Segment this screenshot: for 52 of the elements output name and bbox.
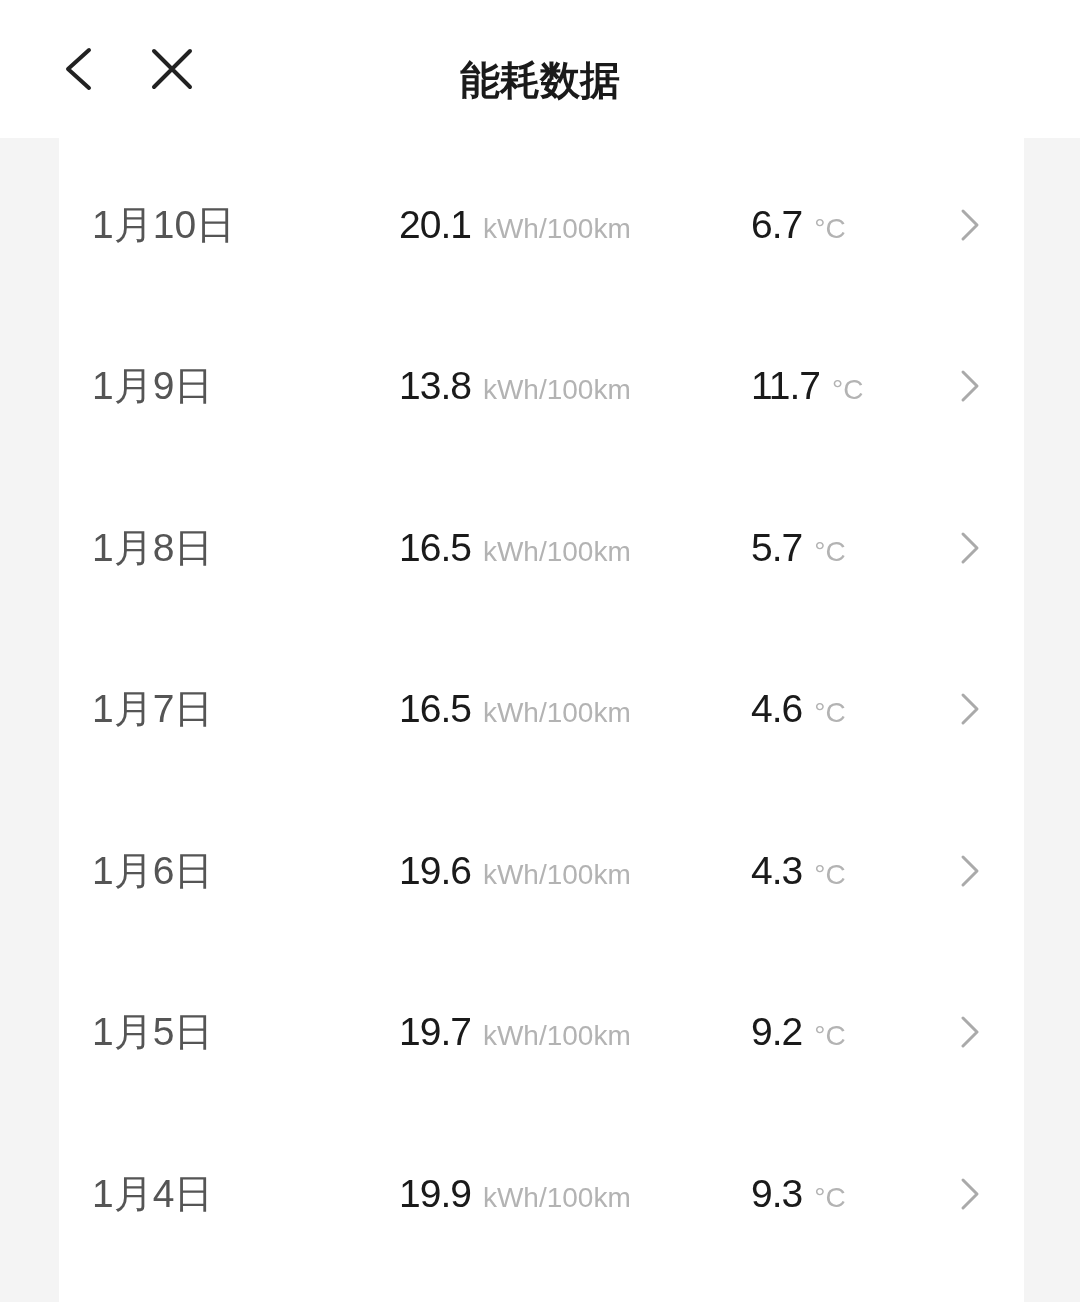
temperature-value: 5.7 [751, 524, 803, 571]
consumption-value: 16.5 [399, 524, 471, 571]
back-icon [63, 47, 93, 91]
temperature-unit: °C [814, 534, 846, 569]
consumption-unit: kWh/100km [482, 534, 631, 569]
consumption-value: 19.9 [399, 1170, 471, 1217]
chevron-right-icon [960, 853, 980, 888]
consumption-unit: kWh/100km [482, 373, 631, 407]
consumption-value: 19.7 [399, 1009, 471, 1055]
energy-row[interactable]: 1月4日 19.9 kWh/100km 9.3 °C [59, 1113, 1024, 1275]
temperature-value: 9.3 [751, 1170, 803, 1217]
temperature-unit: °C [832, 373, 864, 407]
energy-row[interactable]: 1月8日 16.5 kWh/100km 5.7 °C [59, 467, 1024, 629]
date-text: 1月4日 [92, 1170, 215, 1217]
temperature-value: 11.7 [751, 363, 820, 409]
energy-row[interactable]: 1月5日 19.7 kWh/100km 9.2 °C [59, 951, 1024, 1113]
temperature-value: 4.3 [751, 847, 803, 894]
date-text: 1月8日 [92, 524, 215, 571]
temperature-unit: °C [814, 1019, 846, 1053]
consumption-value: 16.5 [399, 686, 471, 732]
chevron-right-icon [960, 369, 980, 404]
consumption-unit: kWh/100km [482, 857, 631, 892]
temperature-value: 4.6 [751, 686, 803, 732]
chevron-right-icon [960, 530, 980, 565]
chevron-right-icon [960, 1015, 980, 1050]
temperature-value: 9.2 [751, 1009, 803, 1055]
date-text: 1月9日 [92, 363, 215, 409]
consumption-unit: kWh/100km [482, 1019, 631, 1053]
temperature-unit: °C [814, 1180, 846, 1215]
date-text: 1月6日 [92, 847, 215, 894]
energy-row[interactable]: 1月6日 19.6 kWh/100km 4.3 °C [59, 790, 1024, 952]
chevron-right-icon [960, 1176, 980, 1211]
close-icon [151, 48, 193, 90]
temperature-unit: °C [814, 696, 846, 730]
page-title: 能耗数据 [460, 57, 620, 104]
chevron-right-icon [960, 692, 980, 727]
temperature-value: 6.7 [751, 201, 803, 248]
consumption-unit: kWh/100km [482, 211, 631, 246]
date-text: 1月7日 [92, 686, 215, 732]
energy-row[interactable]: 1月10日 20.1 kWh/100km 6.7 °C [59, 144, 1024, 306]
consumption-unit: kWh/100km [482, 1180, 631, 1215]
energy-row[interactable]: 1月7日 16.5 kWh/100km 4.6 °C [59, 628, 1024, 790]
consumption-value: 13.8 [399, 363, 471, 409]
energy-row[interactable]: 1月9日 13.8 kWh/100km 11.7 °C [59, 305, 1024, 467]
consumption-value: 19.6 [399, 847, 471, 894]
date-text: 1月5日 [92, 1009, 215, 1055]
date-text: 1月10日 [92, 201, 237, 248]
chevron-right-icon [960, 207, 980, 242]
temperature-unit: °C [814, 211, 846, 246]
temperature-unit: °C [814, 857, 846, 892]
consumption-unit: kWh/100km [482, 696, 631, 730]
consumption-value: 20.1 [399, 201, 471, 248]
